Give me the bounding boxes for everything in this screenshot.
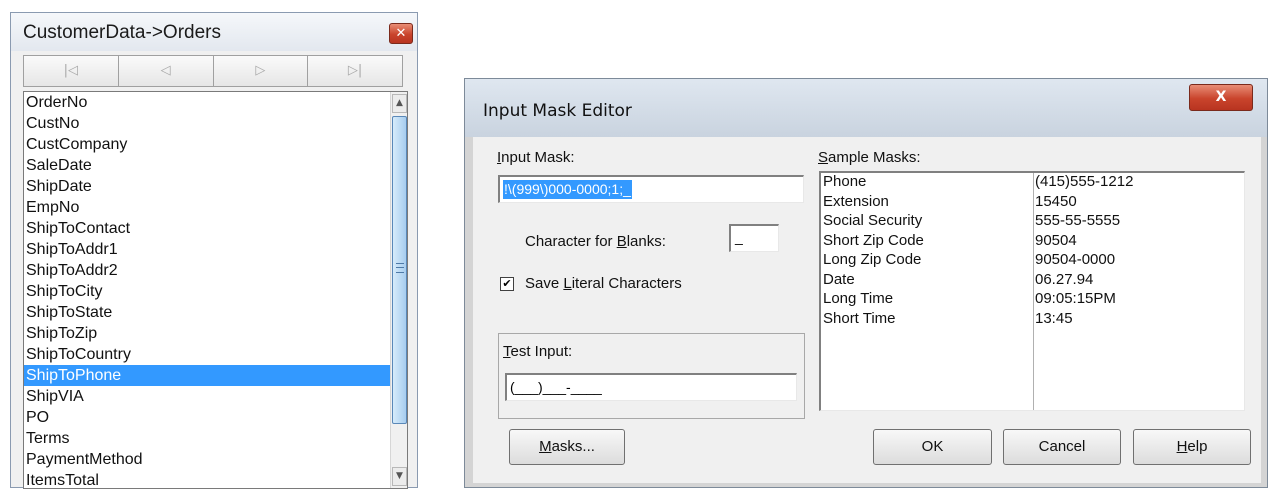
sample-mask-row[interactable]: Short Time 13:45 [821,310,1244,330]
list-item[interactable]: ShipToAddr1 [24,239,390,260]
sample-mask-value: (415)555-1212 [1035,173,1134,190]
sample-mask-name: Long Zip Code [823,251,922,268]
list-item[interactable]: ShipDate [24,176,390,197]
save-literals-checkbox[interactable]: ✔ [500,277,514,291]
sample-mask-row[interactable]: Long Time 09:05:15PM [821,290,1244,310]
dialog-body: Input Mask: !\(999\)000-0000;1;_ Charact… [473,137,1261,483]
masks-button[interactable]: Masks... [509,429,625,465]
sample-mask-name: Date [823,270,855,288]
list-item[interactable]: ShipToCountry [24,344,390,365]
vertical-scrollbar[interactable]: ▲ ▼ [390,92,407,488]
field-list[interactable]: OrderNo CustNo CustCompany SaleDate ShipDate… [23,91,408,489]
sample-masks-rows: Phone (415)555-1212 Extension 15450 Social S… [821,173,1244,329]
sample-mask-name: Extension [823,192,889,210]
sample-mask-value: 90504 [1035,231,1077,249]
list-item[interactable]: ShipToPhone [24,365,390,386]
ok-button[interactable]: OK [873,429,992,465]
list-item[interactable]: Terms [24,428,390,449]
list-item[interactable]: ShipToCity [24,281,390,302]
list-item[interactable]: ShipToAddr2 [24,260,390,281]
sample-mask-name: Short Zip Code [823,231,924,249]
list-item[interactable]: ShipVIA [24,386,390,407]
scroll-thumb[interactable] [392,116,407,424]
sample-mask-row[interactable]: Social Security 555-55-5555 [821,212,1244,232]
sample-masks-list[interactable]: Phone (415)555-1212 Extension 15450 Social S… [819,171,1245,411]
list-item[interactable]: ShipToContact [24,218,390,239]
close-icon[interactable]: X [1189,84,1253,111]
list-item[interactable]: ItemsTotal [24,470,390,488]
grip-icon [396,263,404,273]
close-icon[interactable]: ✕ [389,23,413,44]
fields-window-title: CustomerData->Orders [23,22,221,43]
list-item[interactable]: SaleDate [24,155,390,176]
sample-mask-row[interactable]: Extension 15450 [821,193,1244,213]
scroll-down-icon[interactable]: ▼ [392,467,407,486]
sample-mask-name: Phone [823,173,867,190]
list-item[interactable]: PO [24,407,390,428]
scroll-up-icon[interactable]: ▲ [392,94,407,113]
next-record-icon[interactable]: ▷ [213,56,309,86]
fields-editor-window: CustomerData->Orders ✕ |◁ ◁ ▷ ▷| OrderNo… [10,12,418,489]
sample-mask-row[interactable]: Long Zip Code 90504-0000 [821,251,1244,271]
input-mask-editor-dialog: Input Mask Editor X Input Mask: !\(999\)… [464,78,1268,488]
list-item[interactable]: CustCompany [24,134,390,155]
sample-mask-value: 13:45 [1035,309,1073,327]
sample-mask-row[interactable]: Date 06.27.94 [821,271,1244,291]
sample-mask-name: Social Security [823,212,923,229]
sample-mask-row[interactable]: Phone (415)555-1212 [821,173,1244,193]
sample-mask-value: 06.27.94 [1035,270,1094,288]
save-literals-label[interactable]: Save Literal Characters [525,275,682,292]
sample-mask-name: Short Time [823,309,896,327]
list-item[interactable]: ShipToZip [24,323,390,344]
help-button[interactable]: Help [1133,429,1251,465]
input-mask-value: !\(999\)000-0000;1;_ [503,180,632,199]
sample-mask-value: 15450 [1035,192,1077,210]
list-item[interactable]: PaymentMethod [24,449,390,470]
list-item[interactable]: CustNo [24,113,390,134]
blanks-char-label: Character for Blanks: [525,233,666,250]
sample-mask-name: Long Time [823,290,894,307]
first-record-icon[interactable]: |◁ [24,56,119,86]
blanks-char-field[interactable]: _ [729,224,779,252]
list-item[interactable]: EmpNo [24,197,390,218]
test-input-label: Test Input: [503,343,573,360]
sample-mask-value: 90504-0000 [1035,251,1116,268]
sample-mask-value: 09:05:15PM [1035,290,1116,307]
test-input-field[interactable]: (___)___-____ [505,373,797,401]
record-navigator: |◁ ◁ ▷ ▷| [23,55,403,87]
prior-record-icon[interactable]: ◁ [118,56,214,86]
input-mask-field[interactable]: !\(999\)000-0000;1;_ [498,175,804,203]
fields-window-titlebar[interactable]: CustomerData->Orders [11,13,417,51]
sample-masks-label: Sample Masks: [818,149,921,166]
dialog-titlebar[interactable]: Input Mask Editor [465,79,1267,137]
last-record-icon[interactable]: ▷| [308,56,402,86]
cancel-button[interactable]: Cancel [1003,429,1121,465]
dialog-title: Input Mask Editor [483,101,632,121]
list-item[interactable]: ShipToState [24,302,390,323]
sample-mask-value: 555-55-5555 [1035,212,1121,229]
list-item[interactable]: OrderNo [24,92,390,113]
sample-mask-row[interactable]: Short Zip Code 90504 [821,232,1244,252]
input-mask-label: Input Mask: [497,149,575,166]
field-list-items: OrderNo CustNo CustCompany SaleDate ShipDate… [24,92,390,488]
